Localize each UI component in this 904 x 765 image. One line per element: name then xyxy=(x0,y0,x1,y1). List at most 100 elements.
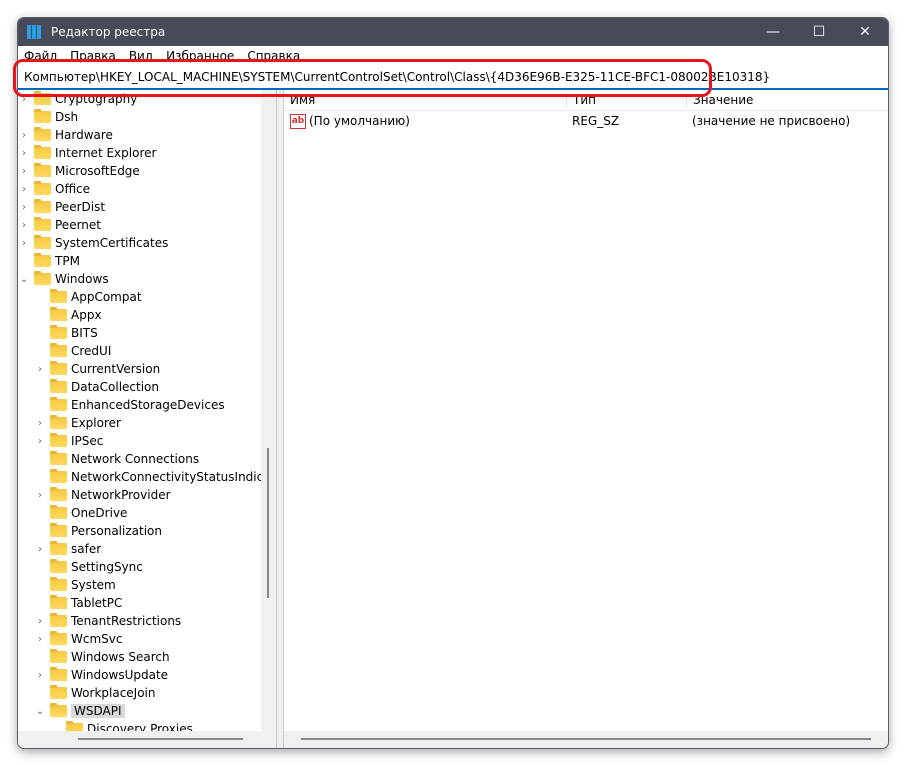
chevron-down-icon[interactable]: ⌄ xyxy=(18,274,30,285)
tree-item[interactable]: › WcmSvc xyxy=(34,630,122,648)
tree-item[interactable]: EnhancedStorageDevices xyxy=(34,396,225,414)
tree-item[interactable]: › WindowsUpdate xyxy=(34,666,168,684)
chevron-right-icon[interactable]: › xyxy=(34,490,46,501)
chevron-right-icon[interactable]: › xyxy=(34,364,46,375)
tree-item[interactable]: Dsh xyxy=(18,108,78,126)
tree-item[interactable]: › MicrosoftEdge xyxy=(18,162,140,180)
chevron-right-icon[interactable]: › xyxy=(18,148,30,159)
tree-item[interactable]: SettingSync xyxy=(34,558,143,576)
tree-item[interactable]: › NetworkProvider xyxy=(34,486,171,504)
chevron-right-icon[interactable]: › xyxy=(18,220,30,231)
tree-item[interactable]: › CurrentVersion xyxy=(34,360,160,378)
tree-vertical-scrollbar[interactable] xyxy=(261,90,276,731)
chevron-right-icon[interactable]: › xyxy=(34,544,46,555)
tree-item[interactable]: › TenantRestrictions xyxy=(34,612,181,630)
tree-item-label: AppCompat xyxy=(71,290,142,304)
chevron-right-icon[interactable]: › xyxy=(34,616,46,627)
value-row[interactable]: ab (По умолчанию) REG_SZ (значение не при… xyxy=(284,111,888,131)
tree-item[interactable]: OneDrive xyxy=(34,504,127,522)
tree-item[interactable]: Windows Search xyxy=(34,648,170,666)
tree-item[interactable]: Network Connections xyxy=(34,450,199,468)
tree-item[interactable]: › Cryptography xyxy=(18,90,137,108)
folder-icon xyxy=(50,577,67,591)
chevron-right-icon[interactable]: › xyxy=(18,166,30,177)
tree-item[interactable]: Discovery Proxies xyxy=(50,720,193,731)
tree-item[interactable]: AppCompat xyxy=(34,288,142,306)
tree-item[interactable]: Personalization xyxy=(34,522,162,540)
value-data: (значение не присвоено) xyxy=(692,114,851,128)
menu-favorites[interactable]: Избранное xyxy=(166,49,234,63)
chevron-right-icon[interactable]: › xyxy=(34,418,46,429)
folder-icon xyxy=(34,235,51,249)
folder-icon xyxy=(50,289,67,303)
tree-item-label: Dsh xyxy=(55,110,79,124)
folder-icon xyxy=(34,109,51,123)
tree-item-label: Office xyxy=(55,182,91,196)
chevron-right-icon[interactable]: › xyxy=(34,670,46,681)
registry-editor-window: Редактор реестра — ☐ ✕ Файл Правка Вид И… xyxy=(17,17,889,749)
chevron-right-icon[interactable]: › xyxy=(18,202,30,213)
tree-item[interactable]: › safer xyxy=(34,540,101,558)
folder-icon xyxy=(34,199,51,213)
column-type[interactable]: Тип xyxy=(566,93,686,107)
chevron-down-icon[interactable]: ⌄ xyxy=(34,706,46,717)
string-value-icon: ab xyxy=(290,113,306,129)
chevron-right-icon[interactable]: › xyxy=(18,184,30,195)
tree-item[interactable]: CredUI xyxy=(34,342,111,360)
menu-file[interactable]: Файл xyxy=(24,49,57,63)
tree-item[interactable]: System xyxy=(34,576,116,594)
tree-item[interactable]: WorkplaceJoin xyxy=(34,684,156,702)
folder-icon xyxy=(66,721,83,731)
chevron-right-icon[interactable]: › xyxy=(18,94,30,105)
tree-item-label: Explorer xyxy=(71,416,121,430)
column-data[interactable]: Значение xyxy=(686,93,888,107)
folder-icon xyxy=(34,217,51,231)
tree-item[interactable]: › IPSec xyxy=(34,432,103,450)
chevron-right-icon[interactable]: › xyxy=(34,436,46,447)
folder-icon xyxy=(50,541,67,555)
tree-item[interactable]: ⌄ Windows xyxy=(18,270,109,288)
values-horizontal-scrollbar[interactable] xyxy=(284,731,888,746)
folder-icon xyxy=(50,379,67,393)
tree-horizontal-scrollbar[interactable] xyxy=(18,731,276,746)
tree-item[interactable]: TPM xyxy=(18,252,80,270)
minimize-button[interactable]: — xyxy=(750,18,796,46)
folder-icon xyxy=(50,559,67,573)
folder-icon xyxy=(50,667,67,681)
chevron-right-icon[interactable]: › xyxy=(18,130,30,141)
tree-item[interactable]: Appx xyxy=(34,306,102,324)
tree-item[interactable]: NetworkConnectivityStatusIndicator xyxy=(34,468,261,486)
window-title: Редактор реестра xyxy=(51,25,166,39)
folder-icon xyxy=(34,127,51,141)
tree-item[interactable]: › PeerDist xyxy=(18,198,105,216)
address-bar[interactable]: Компьютер\HKEY_LOCAL_MACHINE\SYSTEM\Curr… xyxy=(18,66,888,90)
tree-item[interactable]: › Office xyxy=(18,180,90,198)
tree-item[interactable]: › Hardware xyxy=(18,126,113,144)
tree-item-label: System xyxy=(71,578,116,592)
maximize-button[interactable]: ☐ xyxy=(796,18,842,46)
tree-item[interactable]: BITS xyxy=(34,324,98,342)
tree-item-label: BITS xyxy=(71,326,98,340)
menu-bar: Файл Правка Вид Избранное Справка xyxy=(18,46,888,66)
column-name[interactable]: Имя xyxy=(284,93,566,107)
chevron-right-icon[interactable]: › xyxy=(18,238,30,249)
tree-item[interactable]: › Peernet xyxy=(18,216,101,234)
close-button[interactable]: ✕ xyxy=(842,18,888,46)
tree-item[interactable]: ⌄ WSDAPI xyxy=(34,702,125,720)
tree-item[interactable]: › SystemCertificates xyxy=(18,234,168,252)
scroll-thumb[interactable] xyxy=(267,448,269,598)
tree-item-label: TabletPC xyxy=(71,596,123,610)
folder-icon xyxy=(50,703,67,717)
pane-splitter[interactable] xyxy=(276,90,284,748)
menu-help[interactable]: Справка xyxy=(247,49,300,63)
menu-view[interactable]: Вид xyxy=(129,49,153,63)
tree-item[interactable]: › Internet Explorer xyxy=(18,144,156,162)
tree-item-label: safer xyxy=(71,542,102,556)
tree-item[interactable]: DataCollection xyxy=(34,378,159,396)
chevron-right-icon[interactable]: › xyxy=(34,634,46,645)
tree-item[interactable]: TabletPC xyxy=(34,594,122,612)
folder-icon xyxy=(50,343,67,357)
tree-item[interactable]: › Explorer xyxy=(34,414,121,432)
folder-icon xyxy=(50,685,67,699)
menu-edit[interactable]: Правка xyxy=(70,49,116,63)
